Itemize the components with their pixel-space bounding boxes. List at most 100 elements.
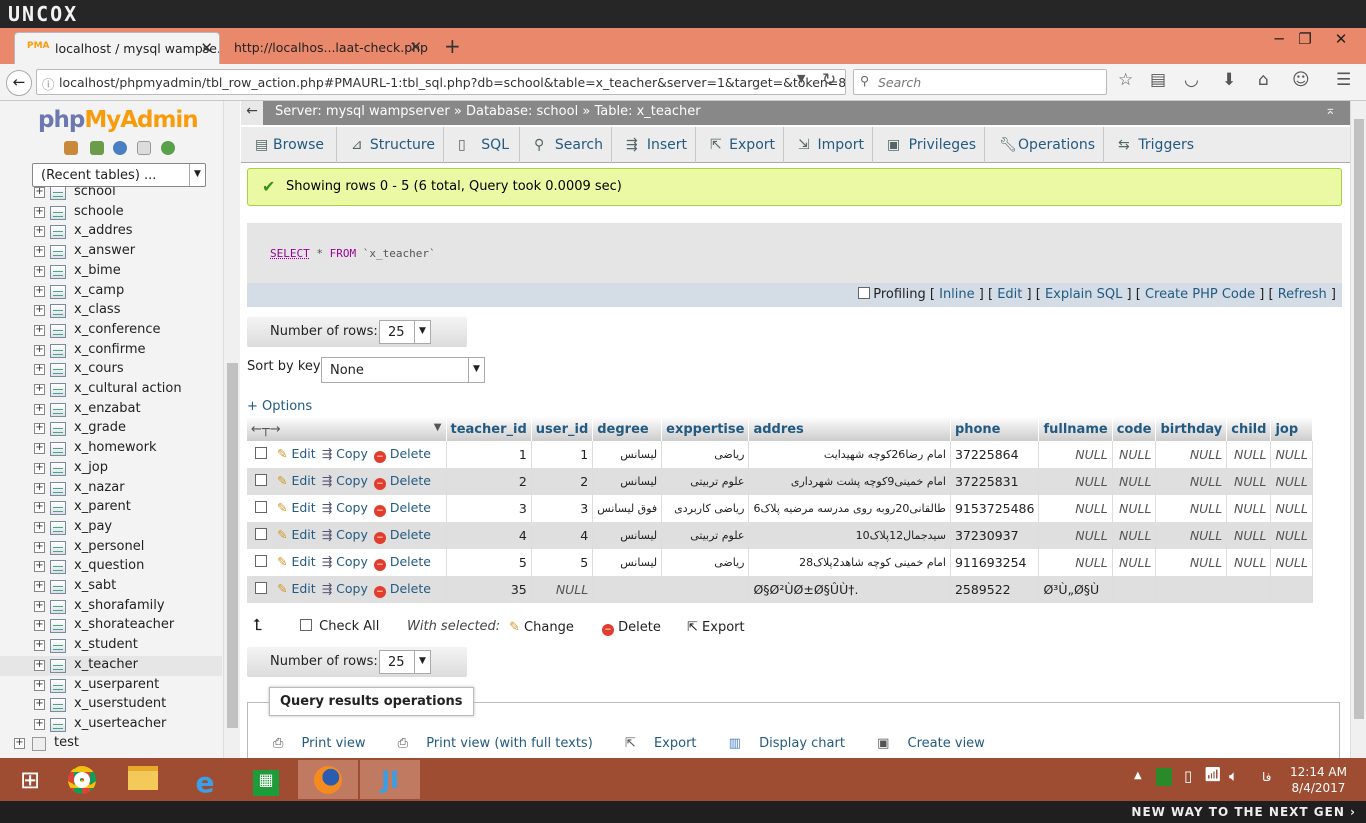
cell-child[interactable]: NULL xyxy=(1226,522,1272,549)
tree-item-x_shorafamily[interactable]: + x_shorafamily xyxy=(0,597,222,617)
tree-item-x_pay[interactable]: + x_pay xyxy=(0,518,222,538)
cell-teacher_id[interactable]: 2 xyxy=(446,468,532,495)
cell-jop[interactable] xyxy=(1270,576,1313,603)
downloads-icon[interactable]: ⬇ xyxy=(1222,70,1236,90)
cell-birthday[interactable]: NULL xyxy=(1155,522,1228,549)
row-checkbox[interactable] xyxy=(255,474,267,486)
expand-icon[interactable]: + xyxy=(34,561,45,573)
tree-item-x_confirme[interactable]: + x_confirme xyxy=(0,341,222,361)
tree-item-x_jop[interactable]: + x_jop xyxy=(0,459,222,479)
cell-code[interactable] xyxy=(1112,576,1157,603)
cell-fullname[interactable]: Ø³Ù„Ø§Ù xyxy=(1038,576,1113,603)
edit-sql-link[interactable]: Edit xyxy=(997,287,1022,302)
tree-item-school[interactable]: + school xyxy=(0,187,222,203)
number-of-rows-select[interactable]: 25 ▼ xyxy=(379,650,431,674)
cell-user_id[interactable]: 5 xyxy=(531,549,594,576)
back-button[interactable]: ← xyxy=(6,70,32,96)
row-edit-link[interactable]: ✎ Edit xyxy=(277,581,316,596)
row-edit-link[interactable]: ✎ Edit xyxy=(277,554,316,569)
tree-item-x_personel[interactable]: + x_personel xyxy=(0,538,222,558)
cell-teacher_id[interactable]: 35 xyxy=(446,576,532,603)
column-header-fullname[interactable]: fullname xyxy=(1038,417,1113,441)
breadcrumb-database[interactable]: Database: school xyxy=(466,104,578,119)
main-scrollbar[interactable] xyxy=(1350,101,1366,758)
cell-fullname[interactable]: NULL xyxy=(1038,468,1113,495)
cell-exppertise[interactable]: علوم تربیتی xyxy=(661,522,750,549)
minimize-window-icon[interactable]: ─ xyxy=(1266,30,1292,52)
cell-code[interactable]: NULL xyxy=(1112,549,1157,576)
expand-icon[interactable]: + xyxy=(34,718,45,730)
cell-code[interactable]: NULL xyxy=(1112,495,1157,522)
column-header-phone[interactable]: phone xyxy=(950,417,1040,441)
collapse-nav-button[interactable]: ← xyxy=(241,101,263,125)
row-checkbox[interactable] xyxy=(255,447,267,459)
tree-item-x_nazar[interactable]: + x_nazar xyxy=(0,479,222,499)
row-copy-link[interactable]: ⇶ Copy xyxy=(322,527,368,542)
row-copy-link[interactable]: ⇶ Copy xyxy=(322,500,368,515)
cell-user_id[interactable]: 4 xyxy=(531,522,594,549)
collapse-top-icon[interactable]: ⌅ xyxy=(1325,103,1336,118)
expand-icon[interactable]: + xyxy=(34,600,45,612)
expand-icon[interactable]: + xyxy=(34,285,45,297)
reading-list-icon[interactable]: ▤ xyxy=(1150,70,1166,90)
cell-phone[interactable]: 37225831 xyxy=(950,468,1040,495)
cell-teacher_id[interactable]: 3 xyxy=(446,495,532,522)
scrollbar-thumb[interactable] xyxy=(1354,119,1364,719)
breadcrumb-table[interactable]: Table: x_teacher xyxy=(594,104,700,119)
cell-birthday[interactable]: NULL xyxy=(1155,495,1228,522)
expand-icon[interactable]: + xyxy=(34,521,45,533)
phpmyadmin-logo[interactable]: phpMyAdmin xyxy=(38,107,199,133)
site-info-icon[interactable]: ⓘ xyxy=(42,74,55,93)
tab-search[interactable]: ⚲ Search xyxy=(520,127,612,163)
refresh-link[interactable]: Refresh xyxy=(1278,287,1327,302)
tree-item-x_class[interactable]: + x_class xyxy=(0,301,222,321)
expand-icon[interactable]: + xyxy=(34,226,45,238)
chrome-icon[interactable] xyxy=(52,760,112,799)
row-delete-link[interactable]: − Delete xyxy=(373,581,431,598)
check-all-checkbox[interactable] xyxy=(300,619,312,631)
bulk-delete-button[interactable]: − Delete xyxy=(602,620,661,636)
row-delete-link[interactable]: − Delete xyxy=(373,527,431,544)
cell-addres[interactable]: طالقانی20روبه روی مدرسه مرضیه پلاک6 xyxy=(748,495,951,522)
expand-icon[interactable]: + xyxy=(34,324,45,336)
volume-icon[interactable]: 🔈︎ xyxy=(1229,767,1238,785)
cell-jop[interactable]: NULL xyxy=(1270,495,1313,522)
column-header-birthday[interactable]: birthday xyxy=(1155,417,1228,441)
cell-jop[interactable]: NULL xyxy=(1270,522,1313,549)
row-edit-link[interactable]: ✎ Edit xyxy=(277,500,316,515)
expand-icon[interactable]: + xyxy=(34,443,45,455)
tree-item-x_grade[interactable]: + x_grade xyxy=(0,419,222,439)
cell-degree[interactable]: لیسانس xyxy=(592,468,663,495)
cell-user_id[interactable]: 3 xyxy=(531,495,594,522)
column-header-user_id[interactable]: user_id xyxy=(531,417,594,441)
row-edit-link[interactable]: ✎ Edit xyxy=(277,527,316,542)
cell-birthday[interactable]: NULL xyxy=(1155,468,1228,495)
internet-explorer-icon[interactable]: e xyxy=(175,760,235,799)
cell-phone[interactable]: 37230937 xyxy=(950,522,1040,549)
network-icon[interactable]: 📶︎ xyxy=(1204,767,1222,783)
tree-item-x_userstudent[interactable]: + x_userstudent xyxy=(0,695,222,715)
tree-item-x_student[interactable]: + x_student xyxy=(0,636,222,656)
browser-search-input[interactable]: ⚲ Search xyxy=(853,69,1107,95)
cell-addres[interactable]: امام خمینی9کوچه پشت شهرداری xyxy=(748,468,951,495)
expand-icon[interactable]: + xyxy=(34,659,45,671)
new-tab-button[interactable]: + xyxy=(444,34,461,58)
bulk-export-button[interactable]: ⇱ Export xyxy=(687,620,745,635)
cell-code[interactable]: NULL xyxy=(1112,522,1157,549)
tree-db-test[interactable]: + test xyxy=(0,734,222,754)
breadcrumb-server[interactable]: Server: mysql wampserver xyxy=(275,104,450,119)
column-header-child[interactable]: child xyxy=(1226,417,1272,441)
row-copy-link[interactable]: ⇶ Copy xyxy=(322,554,368,569)
tree-item-x_homework[interactable]: + x_homework xyxy=(0,439,222,459)
cell-phone[interactable]: 911693254 xyxy=(950,549,1040,576)
home-icon[interactable] xyxy=(64,141,78,155)
cell-user_id[interactable]: 1 xyxy=(531,441,594,468)
cell-degree[interactable]: لیسانس xyxy=(592,549,663,576)
nav-scrollbar[interactable] xyxy=(223,101,240,758)
cell-code[interactable]: NULL xyxy=(1112,441,1157,468)
cell-teacher_id[interactable]: 4 xyxy=(446,522,532,549)
tree-item-x_teacher[interactable]: + x_teacher xyxy=(0,655,222,676)
cell-exppertise[interactable] xyxy=(661,576,750,603)
column-header-code[interactable]: code xyxy=(1112,417,1157,441)
cell-addres[interactable]: امام رضا26کوچه شهیدایت xyxy=(748,441,951,468)
